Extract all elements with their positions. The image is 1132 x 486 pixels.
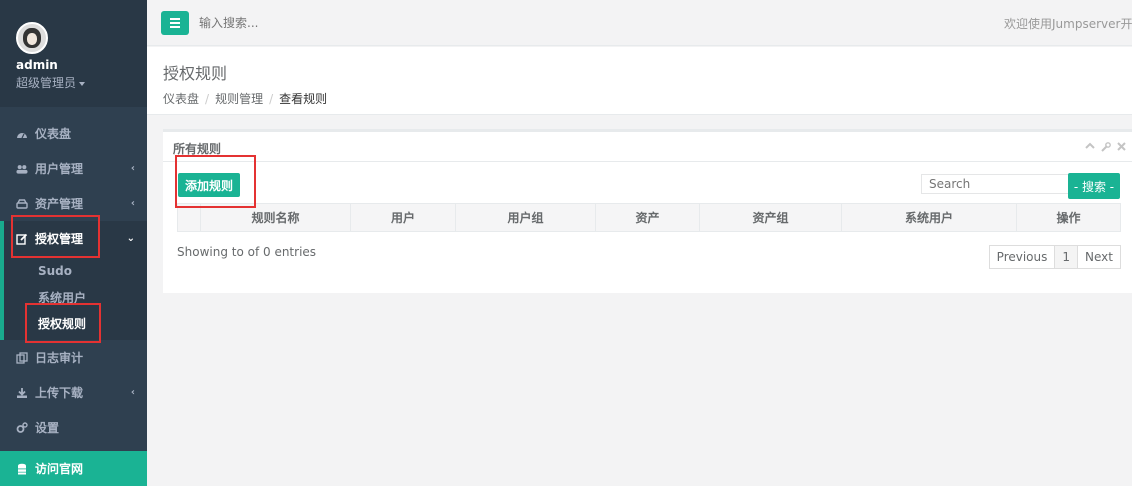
profile-name: admin [16,58,58,72]
panel-title: 所有规则 [173,142,222,156]
rules-panel: 所有规则 添加规则 - 搜索 - 规则名称 用户 用户组 资产 资产组 系统用 [163,129,1132,293]
subnav-permissions: Sudo 系统用户 授权规则 [0,256,147,340]
chevron-left-icon: ‹ [130,163,135,174]
subnav-item-sudo[interactable]: Sudo [4,258,147,284]
nav-label: 上传下载 [35,386,84,400]
nav-label: 用户管理 [35,162,84,176]
column-header-rule-name[interactable]: 规则名称 [200,203,351,232]
nav-item-permissions[interactable]: 授权管理 ⌄ [0,221,147,256]
nav-item-users[interactable]: 用户管理 ‹ [0,151,147,186]
table-search-input[interactable] [921,174,1069,194]
profile-role-dropdown[interactable]: 超级管理员 [16,74,147,91]
chevron-left-icon: ‹ [130,198,135,209]
entries-info: Showing to of 0 entries [177,245,317,259]
close-icon[interactable] [1117,142,1126,155]
rules-table: 规则名称 用户 用户组 资产 资产组 系统用户 操作 [177,203,1121,232]
nav-label: 资产管理 [35,197,84,211]
pagination: Previous 1 Next [988,245,1121,269]
users-icon [16,163,28,175]
nav-label: 仪表盘 [35,127,72,141]
chevron-up-icon[interactable] [1085,142,1095,155]
avatar-image [23,28,41,48]
nav-item-transfer[interactable]: 上传下载 ‹ [0,375,147,410]
subnav-item-system-user[interactable]: 系统用户 [4,284,147,310]
nav-menu: 仪表盘 用户管理 ‹ 资产管理 ‹ 授权管理 ⌄ Sudo 系统用户 授权规则 … [0,116,147,445]
nav-item-audit[interactable]: 日志审计 [0,340,147,375]
nav-item-dashboard[interactable]: 仪表盘 [0,116,147,151]
nav-label: 访问官网 [35,462,84,476]
database-icon [16,463,28,475]
panel-header: 所有规则 [163,132,1132,162]
download-icon [16,387,28,399]
avatar[interactable] [16,22,48,54]
column-header-user[interactable]: 用户 [350,203,456,232]
pagination-page[interactable]: 1 [1054,245,1079,269]
add-rule-button[interactable]: 添加规则 [178,173,241,197]
profile-role-label: 超级管理员 [16,76,77,90]
breadcrumb: 仪表盘 / 规则管理 / 查看规则 [163,90,1132,107]
edit-icon [16,233,28,245]
column-header-actions[interactable]: 操作 [1016,203,1121,232]
sidebar: admin 超级管理员 仪表盘 用户管理 ‹ 资产管理 ‹ 授权管理 ⌄ Sud… [0,0,147,486]
gears-icon [16,421,28,434]
nav-label: 日志审计 [35,351,84,365]
top-navbar: 欢迎使用Jumpserver开源 [147,0,1132,46]
wrench-icon[interactable] [1101,142,1111,155]
top-search-input[interactable] [199,14,499,32]
breadcrumb-item-current: 查看规则 [279,92,328,106]
welcome-text: 欢迎使用Jumpserver开源 [1004,17,1132,31]
column-header-asset[interactable]: 资产 [595,203,700,232]
profile-section: admin 超级管理员 [0,0,147,107]
column-header-user-group[interactable]: 用户组 [455,203,596,232]
column-header-system-user[interactable]: 系统用户 [841,203,1017,232]
breadcrumb-item-rule-management[interactable]: 规则管理 [215,92,263,106]
table-header-row: 规则名称 用户 用户组 资产 资产组 系统用户 操作 [177,203,1121,232]
chevron-left-icon: ‹ [130,387,135,398]
caret-down-icon [79,81,86,86]
page-heading: 授权规则 仪表盘 / 规则管理 / 查看规则 [147,47,1132,115]
nav-label: 授权管理 [35,232,84,246]
nav-item-official-site[interactable]: 访问官网 [0,451,147,486]
column-header-checkbox[interactable] [177,203,201,232]
hdd-icon [16,198,28,210]
nav-item-settings[interactable]: 设置 [0,410,147,445]
breadcrumb-separator: / [269,92,274,106]
nav-item-assets[interactable]: 资产管理 ‹ [0,186,147,221]
column-header-asset-group[interactable]: 资产组 [699,203,842,232]
breadcrumb-item-dashboard[interactable]: 仪表盘 [163,92,199,106]
dashboard-icon [16,128,28,140]
nav-label: 设置 [35,421,60,435]
menu-toggle-button[interactable] [161,11,189,35]
copy-icon [16,351,28,364]
panel-tools [1085,142,1126,155]
subnav-item-rules[interactable]: 授权规则 [4,310,147,336]
chevron-down-icon: ⌄ [126,233,135,244]
pagination-next[interactable]: Next [1077,245,1121,269]
pagination-previous[interactable]: Previous [988,245,1056,269]
breadcrumb-separator: / [205,92,210,106]
page-title: 授权规则 [163,64,228,83]
search-button[interactable]: - 搜索 - [1068,173,1120,199]
